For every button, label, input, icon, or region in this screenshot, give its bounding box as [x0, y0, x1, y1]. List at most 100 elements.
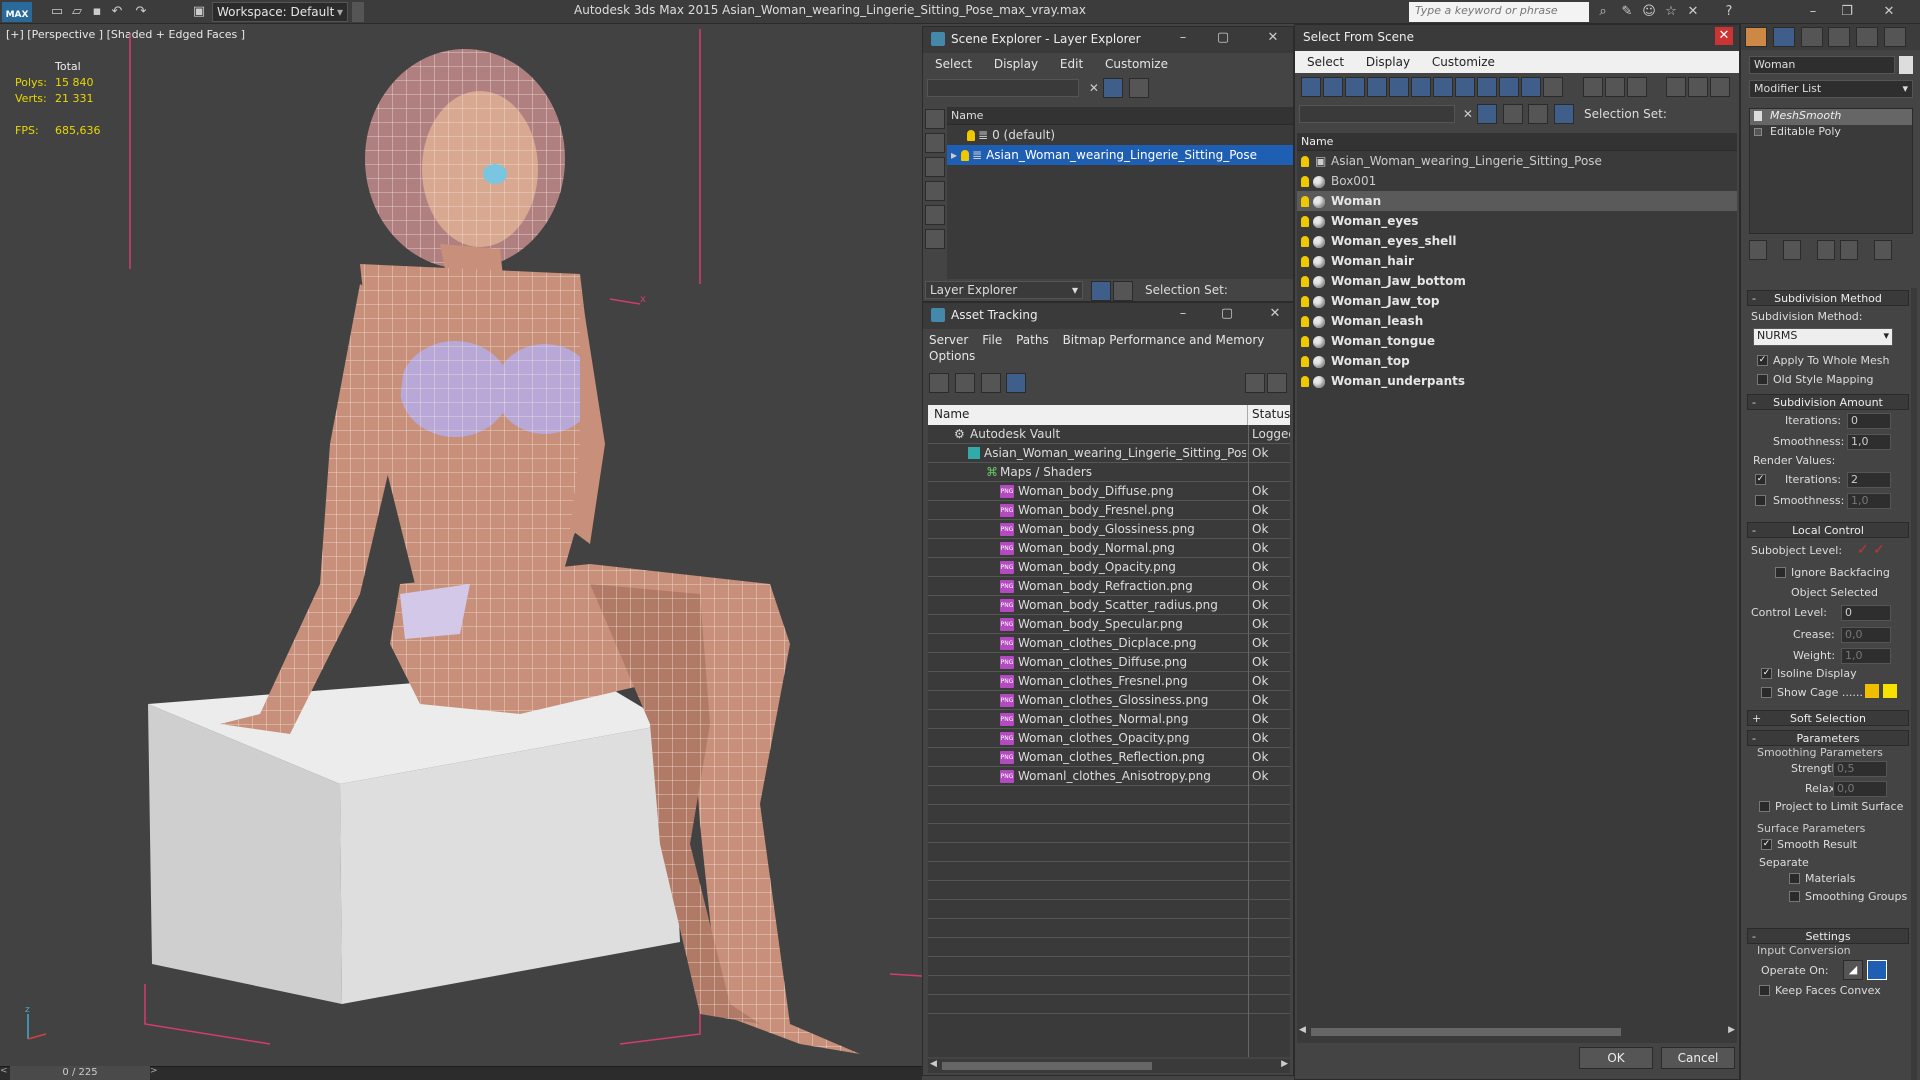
object-row[interactable]: Woman_top — [1297, 351, 1737, 371]
table-view-icon[interactable] — [1006, 373, 1027, 393]
rollout-local-control[interactable]: - Local Control — [1747, 522, 1909, 538]
menu-paths[interactable]: Paths — [1016, 333, 1049, 347]
tools-icon[interactable]: ✎ — [1618, 3, 1636, 21]
close-icon[interactable]: ✕ — [1263, 30, 1283, 45]
layers-icon[interactable] — [1528, 104, 1549, 124]
scroll-left-icon[interactable]: ◀ — [930, 1059, 937, 1069]
rollout-subdivision-method[interactable]: - Subdivision Method — [1747, 290, 1909, 306]
workspace-dropdown[interactable]: Workspace: Default ▾ — [212, 2, 348, 22]
asset-row-file[interactable]: Asian_Woman_wearing_Lingerie_Sitting_Pos… — [928, 444, 1290, 463]
render-smoothness-spinner[interactable]: 1,0 — [1847, 493, 1891, 509]
object-row[interactable]: ▣ Asian_Woman_wearing_Lingerie_Sitting_Po… — [1297, 151, 1737, 171]
menu-display[interactable]: Display — [994, 57, 1038, 71]
menu-server[interactable]: Server — [929, 333, 968, 347]
list-view-icon[interactable] — [954, 373, 975, 393]
materials-checkbox[interactable] — [1789, 873, 1800, 884]
helper-filter-icon[interactable] — [1389, 77, 1409, 97]
stack-item-editable-poly[interactable]: Editable Poly — [1750, 125, 1912, 141]
horizontal-scrollbar[interactable]: ◀ ▶ — [1297, 1025, 1737, 1039]
object-row[interactable]: Woman_eyes_shell — [1297, 231, 1737, 251]
operate-on-faces-button[interactable]: ◢ — [1843, 960, 1863, 980]
select-invert-icon[interactable] — [1626, 77, 1647, 97]
lightbulb-icon[interactable] — [1754, 111, 1762, 121]
hidden-filter-icon[interactable] — [1543, 77, 1563, 97]
crease-spinner[interactable]: 0,0 — [1841, 627, 1891, 643]
layer-row-asian-woman[interactable]: ▸ ≣ Asian_Woman_wearing_Lingerie_Sitting_P… — [947, 145, 1293, 165]
perspective-viewport[interactable]: [+] [Perspective ] [Shaded + Edged Faces… — [0, 24, 922, 1070]
asset-row-map[interactable]: PNG Woman_body_Fresnel.png Ok — [928, 501, 1290, 520]
bone-filter-icon[interactable] — [1477, 77, 1497, 97]
asset-row-map[interactable]: PNG Woman_body_Refraction.png Ok — [928, 577, 1290, 596]
isoline-display-checkbox[interactable]: ✓ — [1761, 668, 1772, 679]
modify-tab-icon[interactable] — [1772, 27, 1795, 47]
menu-select[interactable]: Select — [1307, 55, 1344, 69]
bulb-icon[interactable] — [1301, 336, 1309, 347]
menu-customize[interactable]: Customize — [1432, 55, 1495, 69]
bulb-icon[interactable] — [1301, 276, 1309, 287]
close-icon[interactable]: ✕ — [1715, 27, 1733, 45]
geometry-icon[interactable] — [925, 181, 945, 201]
asset-row-map[interactable]: PNG Woman_clothes_Dicplace.png Ok — [928, 634, 1290, 653]
container-filter-icon[interactable] — [1499, 77, 1519, 97]
group-filter-icon[interactable] — [1433, 77, 1453, 97]
undo-icon[interactable]: ↶ — [108, 3, 126, 21]
hierarchy-icon[interactable] — [1554, 104, 1575, 124]
render-iterations-spinner[interactable]: 2 — [1847, 472, 1891, 488]
vertex-edge-icons[interactable]: ✓ ✓ — [1857, 542, 1885, 558]
menu-edit[interactable]: Edit — [1060, 57, 1083, 71]
thumbnail-view-icon[interactable] — [980, 373, 1001, 393]
smoothness-spinner[interactable]: 1,0 — [1847, 434, 1891, 450]
scrollbar-thumb[interactable] — [942, 1062, 1152, 1070]
object-row[interactable]: Box001 — [1297, 171, 1737, 191]
show-cage-checkbox[interactable] — [1761, 687, 1772, 698]
spacewarp-filter-icon[interactable] — [1411, 77, 1431, 97]
show-end-result-icon[interactable] — [1782, 240, 1801, 260]
asset-row-map[interactable]: PNG Woman_body_Opacity.png Ok — [928, 558, 1290, 577]
asset-row-maps-folder[interactable]: ⌘ Maps / Shaders — [928, 463, 1290, 482]
command-panel-scrollbar[interactable] — [1911, 288, 1917, 1080]
iterations-spinner[interactable]: 0 — [1847, 413, 1891, 429]
object-row[interactable]: Woman_hair — [1297, 251, 1737, 271]
filter-icon[interactable] — [1476, 104, 1497, 124]
project-limit-checkbox[interactable] — [1759, 801, 1770, 812]
refresh-icon[interactable] — [929, 373, 949, 393]
pin-stack-icon[interactable] — [1749, 240, 1767, 260]
smoothing-groups-checkbox[interactable] — [1789, 891, 1800, 902]
scrollbar-thumb[interactable] — [1311, 1028, 1621, 1036]
search-input[interactable]: Type a keyword or phrase — [1409, 2, 1589, 22]
new-file-icon[interactable]: ▭ — [48, 3, 66, 21]
select-none-icon[interactable] — [1604, 77, 1625, 97]
time-next-icon[interactable]: > — [150, 1066, 162, 1080]
cage-color-2-swatch[interactable] — [1883, 684, 1897, 698]
object-color-swatch[interactable] — [1899, 56, 1913, 74]
open-file-icon[interactable]: ▱ — [68, 3, 86, 21]
find-input[interactable] — [1299, 105, 1455, 123]
relax-spinner[interactable]: 0,0 — [1833, 781, 1887, 797]
layer-tools-icon[interactable] — [1502, 104, 1523, 124]
make-unique-icon[interactable] — [1816, 240, 1835, 260]
help-icon[interactable] — [1245, 373, 1265, 393]
column-name-header[interactable]: Name — [928, 405, 1248, 425]
workspace-menu-button[interactable] — [352, 2, 364, 22]
xref-filter-icon[interactable] — [1455, 77, 1475, 97]
object-row[interactable]: Woman_Jaw_top — [1297, 291, 1737, 311]
clear-icon[interactable]: ✕ — [1463, 107, 1473, 121]
object-row[interactable]: Woman_underpants — [1297, 371, 1737, 391]
rollout-subdivision-amount[interactable]: - Subdivision Amount — [1747, 394, 1909, 410]
display-all-icon[interactable] — [925, 133, 945, 153]
asset-row-map[interactable]: PNG Woman_body_Glossiness.png Ok — [928, 520, 1290, 539]
minimize-icon[interactable]: – — [1173, 30, 1193, 45]
rollout-settings[interactable]: - Settings — [1747, 928, 1909, 944]
motion-tab-icon[interactable] — [1828, 27, 1851, 47]
filter-settings-icon[interactable] — [1666, 77, 1687, 97]
select-all-icon[interactable] — [1582, 77, 1603, 97]
scroll-right-icon[interactable]: ▶ — [1281, 1059, 1288, 1069]
scroll-right-icon[interactable]: ▶ — [1728, 1025, 1735, 1035]
exchange-icon[interactable]: ✕ — [1684, 3, 1702, 21]
collapse-icon[interactable] — [1710, 77, 1731, 97]
object-row[interactable]: Woman_leash — [1297, 311, 1737, 331]
minimize-icon[interactable]: – — [1804, 3, 1822, 21]
object-row[interactable]: Woman_Jaw_bottom — [1297, 271, 1737, 291]
menu-options[interactable]: Options — [929, 349, 975, 363]
render-iterations-checkbox[interactable]: ✓ — [1755, 474, 1766, 485]
